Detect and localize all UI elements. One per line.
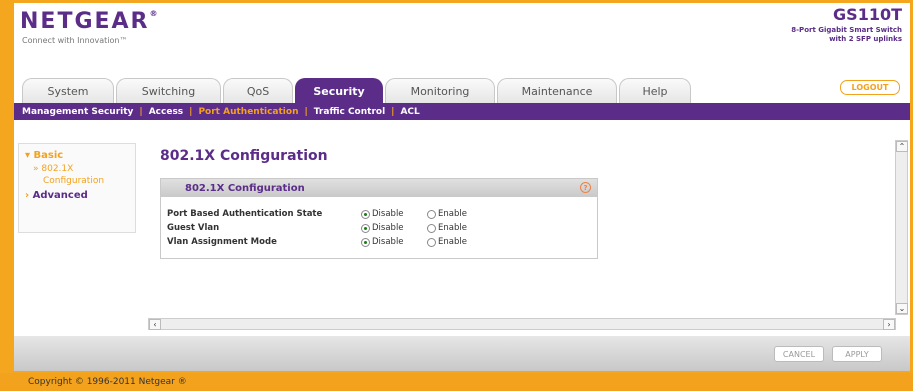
- subnav-separator: |: [391, 106, 395, 117]
- row-port-auth-label: Port Based Authentication State: [167, 209, 323, 219]
- copyright-footer: Copyright © 1996-2011 Netgear ®: [0, 373, 913, 391]
- row-vlan-assign-label: Vlan Assignment Mode: [167, 237, 277, 247]
- button-bar: CANCEL APPLY: [14, 336, 910, 371]
- scroll-right-icon[interactable]: ›: [883, 319, 895, 330]
- model-name: GS110T: [833, 5, 902, 24]
- radio-icon[interactable]: [361, 237, 370, 247]
- page-title: 802.1X Configuration: [160, 148, 328, 164]
- nav-advanced[interactable]: › Advanced: [25, 190, 88, 201]
- subnav-port-authentication[interactable]: Port Authentication: [198, 107, 298, 117]
- port-auth-enable[interactable]: Enable: [427, 209, 467, 219]
- sub-navigation: Management Security | Access | Port Auth…: [14, 103, 910, 120]
- cancel-button[interactable]: CANCEL: [774, 346, 824, 362]
- nav-8021x-configuration[interactable]: Configuration: [43, 176, 104, 186]
- apply-button[interactable]: APPLY: [832, 346, 882, 362]
- horizontal-scrollbar[interactable]: ‹ ›: [148, 318, 896, 330]
- subnav-separator: |: [304, 106, 308, 117]
- main-tabs: System Switching QoS Security Monitoring…: [22, 78, 691, 103]
- radio-icon[interactable]: [427, 209, 436, 219]
- tab-maintenance[interactable]: Maintenance: [497, 78, 617, 103]
- tab-qos[interactable]: QoS: [223, 78, 293, 103]
- vertical-scrollbar[interactable]: ⌃ ⌄: [895, 140, 908, 315]
- scroll-down-icon[interactable]: ⌄: [896, 303, 908, 314]
- subnav-traffic-control[interactable]: Traffic Control: [314, 107, 385, 117]
- tab-system[interactable]: System: [22, 78, 114, 103]
- tab-switching[interactable]: Switching: [116, 78, 221, 103]
- left-navigation: ▾ Basic » 802.1X Configuration › Advance…: [18, 143, 136, 233]
- subnav-management-security[interactable]: Management Security: [22, 107, 133, 117]
- radio-icon[interactable]: [361, 209, 370, 219]
- radio-icon[interactable]: [361, 223, 370, 233]
- netgear-logo: NETGEAR®: [20, 9, 160, 34]
- header: NETGEAR® Connect with Innovation™ GS110T…: [14, 3, 910, 103]
- scroll-left-icon[interactable]: ‹: [149, 319, 161, 330]
- config-panel: 802.1X Configuration ? Port Based Authen…: [160, 178, 598, 259]
- tab-monitoring[interactable]: Monitoring: [385, 78, 495, 103]
- port-auth-disable[interactable]: Disable: [361, 209, 404, 219]
- help-icon[interactable]: ?: [580, 182, 591, 193]
- scroll-up-icon[interactable]: ⌃: [896, 141, 908, 152]
- expand-arrow-icon: ▾: [25, 150, 34, 161]
- panel-title: 802.1X Configuration: [185, 182, 305, 194]
- vlan-assign-disable[interactable]: Disable: [361, 237, 404, 247]
- model-description: 8-Port Gigabit Smart Switch with 2 SFP u…: [791, 26, 902, 43]
- tab-security[interactable]: Security: [295, 78, 383, 103]
- nav-8021x[interactable]: » 802.1X: [33, 164, 73, 174]
- radio-icon[interactable]: [427, 237, 436, 247]
- tagline: Connect with Innovation™: [22, 36, 128, 45]
- subnav-separator: |: [189, 106, 193, 117]
- collapse-arrow-icon: ›: [25, 190, 33, 201]
- nav-basic[interactable]: ▾ Basic: [25, 150, 63, 161]
- guest-vlan-disable[interactable]: Disable: [361, 223, 404, 233]
- subnav-acl[interactable]: ACL: [400, 107, 419, 117]
- logout-button[interactable]: LOGOUT: [840, 80, 900, 95]
- vlan-assign-enable[interactable]: Enable: [427, 237, 467, 247]
- guest-vlan-enable[interactable]: Enable: [427, 223, 467, 233]
- tab-help[interactable]: Help: [619, 78, 691, 103]
- subnav-access[interactable]: Access: [149, 107, 183, 117]
- panel-header: 802.1X Configuration ?: [161, 179, 597, 197]
- radio-icon[interactable]: [427, 223, 436, 233]
- row-guest-vlan-label: Guest Vlan: [167, 223, 220, 233]
- subnav-separator: |: [139, 106, 143, 117]
